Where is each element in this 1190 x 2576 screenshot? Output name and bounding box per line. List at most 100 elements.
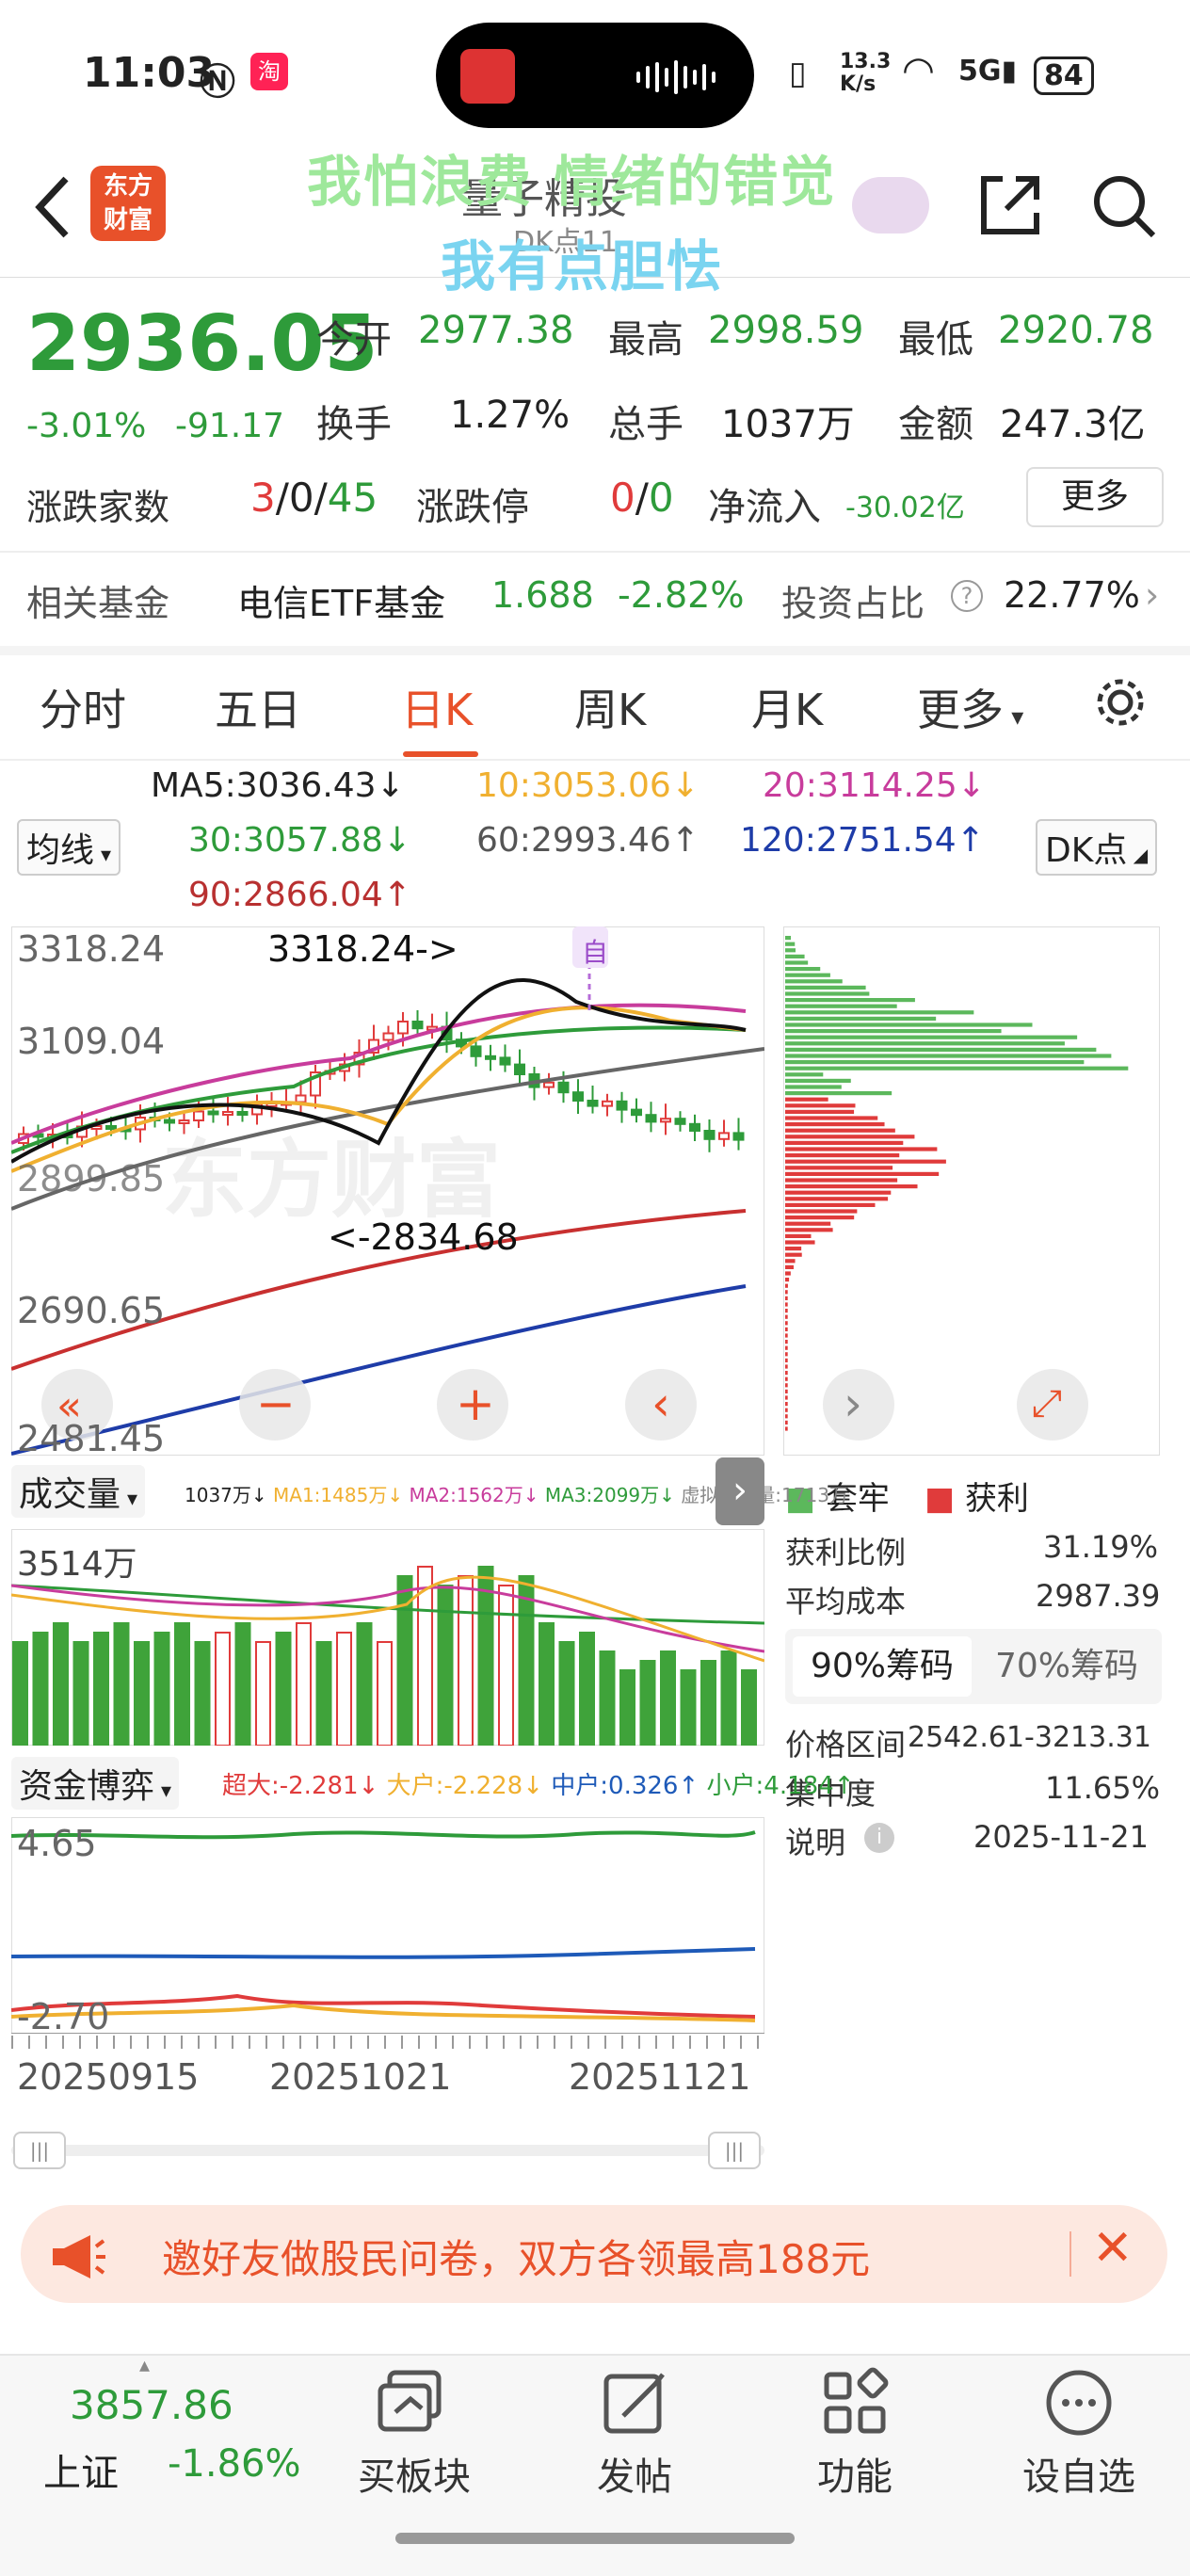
avg-cost-label: 平均成本 [785,1584,907,1619]
tab-more[interactable]: 更多 ▾ [917,676,1023,738]
fund-row[interactable]: 相关基金 电信ETF基金 1.688 -2.82% 投资占比 ? 22.77% … [0,555,1190,644]
chip-bar [785,998,915,1003]
index-pct[interactable]: -1.86% [168,2442,301,2486]
tab-daily-k[interactable]: 日K [401,676,473,738]
prev-icon[interactable]: ‹ [651,1377,670,1431]
chip-bar [785,1202,876,1207]
back-arrow-icon[interactable] [28,169,85,245]
chip-bar [785,1178,898,1183]
range-scrollbar[interactable] [11,2145,764,2156]
function-label[interactable]: 功能 [789,2446,921,2501]
chip-bar [785,1109,855,1114]
share-icon[interactable] [974,169,1046,241]
chip-bar [785,1041,1065,1046]
info-icon[interactable]: i [864,1823,894,1853]
chip-bar [785,1047,1097,1052]
chip-bar [785,948,796,953]
add-watchlist-icon[interactable] [1043,2367,1115,2439]
app-logo: 东方 财富 [90,166,166,241]
candle-body [411,1021,424,1030]
zoom-out-icon[interactable]: − [256,1377,296,1431]
ma5-value: MA5:3036.43↓ [151,766,405,805]
buy-sector-label[interactable]: 买板块 [348,2446,480,2501]
chip-tab-90[interactable]: 90%筹码 [793,1636,972,1697]
chip-tab-70[interactable]: 70%筹码 [979,1636,1154,1697]
zoom-in-icon[interactable]: + [456,1377,495,1431]
index-value[interactable]: 3857.86 [70,2382,233,2428]
chip-bar [785,1333,788,1338]
chip-bar [785,1264,794,1269]
add-watchlist-label[interactable]: 设自选 [1013,2446,1145,2501]
chip-bar [785,1290,788,1295]
chip-bar [785,979,843,984]
capital-chart [11,1817,764,2034]
expand-icon[interactable]: ⤢ [1032,1382,1062,1425]
chip-bar [785,1364,788,1369]
chip-bar [785,1395,788,1400]
divider [0,759,1190,761]
fast-back-icon[interactable]: « [56,1382,82,1430]
amount-label: 金额 [898,403,973,446]
home-indicator[interactable] [395,2533,795,2544]
tab-weekly-k[interactable]: 周K [574,676,646,738]
chip-distribution-chart [783,926,1160,1456]
chip-bar [785,1190,892,1195]
tab-intraday[interactable]: 分时 [40,676,126,738]
candle-body [543,1081,555,1088]
panel-toggle-button[interactable]: › [716,1457,764,1525]
date-end: 20251121 [569,2056,751,2098]
more-button[interactable]: 更多 [1026,467,1164,527]
tab-monthly-k[interactable]: 月K [751,676,823,738]
volume-label: 总手 [608,403,683,446]
caret-down-icon: ▾ [1004,703,1024,732]
audio-wave-icon [636,60,716,94]
lyric-overlay-line2: 我有点胆怯 [441,234,724,298]
chip-bar [785,1216,855,1220]
chip-bar [785,1426,788,1431]
dynamic-island[interactable] [436,23,754,128]
dk-selector[interactable]: DK点 ◢ [1036,819,1158,876]
ma-selector[interactable]: 均线 ▾ [17,819,121,876]
turnover-label: 换手 [316,403,392,446]
index-name[interactable]: 上证 [43,2442,119,2497]
capital-selector[interactable]: 资金博弈 ▾ [11,1757,180,1810]
ma30-value: 30:3057.88↓ [188,821,411,860]
close-icon[interactable]: ✕ [1092,2220,1134,2277]
fund-pct: -2.82% [618,574,745,616]
chip-bar [785,1408,788,1412]
net-speed: 13.3 K/s [840,50,892,96]
lyric-overlay-line1: 我怕浪费 情绪的错觉 [307,150,837,214]
post-label[interactable]: 发帖 [569,2446,700,2501]
chip-bar [785,1414,788,1419]
volume-bar [700,1660,716,1746]
volume-bar [377,1641,393,1746]
avg-cost-value: 2987.39 [1036,1578,1161,1614]
next-icon[interactable]: › [844,1377,862,1431]
candle-body [689,1122,700,1133]
ma90-value: 90:2866.04↑ [188,876,411,914]
chip-bar [785,1029,1002,1034]
y-label-1: 3318.24 [17,928,166,970]
inflow-value: -30.02亿 [845,491,965,524]
chip-bar [785,1147,938,1151]
limit-count: 0/0 [610,475,674,521]
buy-sector-icon[interactable] [375,2367,446,2439]
volume-bar [296,1622,312,1746]
settings-gear-icon[interactable] [1092,674,1149,731]
chip-bar [785,1221,831,1226]
self-tag[interactable]: 自 [582,932,608,970]
avatar[interactable] [852,177,929,233]
volume-bar [53,1622,69,1746]
volume-selector[interactable]: 成交量 ▾ [11,1465,146,1518]
function-icon[interactable] [819,2367,891,2439]
candle-body [470,1045,482,1057]
tab-five-day[interactable]: 五日 [215,676,301,738]
banner-divider [1069,2231,1071,2277]
volume-bar [356,1622,373,1746]
candle-body [616,1100,628,1111]
range-handle-right[interactable]: ||| [708,2132,761,2169]
search-icon[interactable] [1087,169,1159,241]
range-handle-left[interactable]: ||| [13,2132,66,2169]
help-icon[interactable]: ? [951,580,983,612]
post-icon[interactable] [599,2367,670,2439]
